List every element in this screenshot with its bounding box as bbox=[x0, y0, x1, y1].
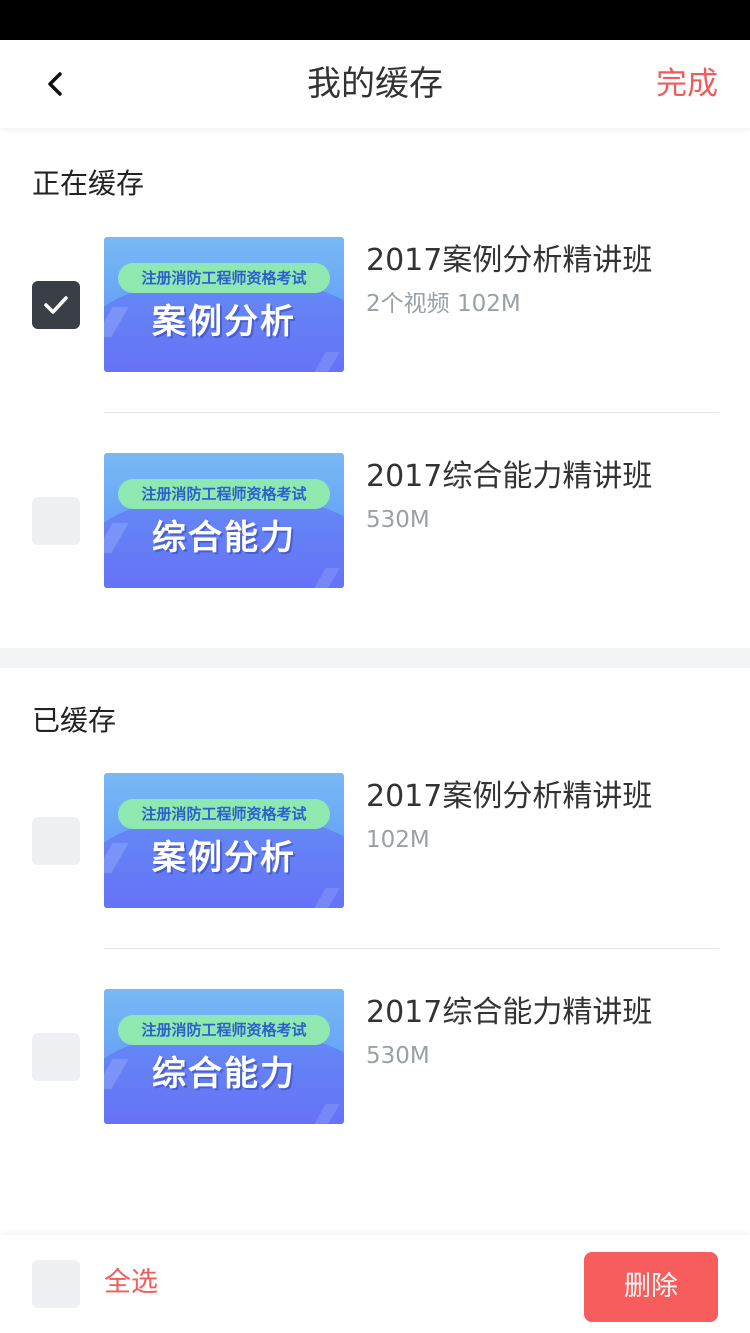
thumbnail-heading: 案例分析 bbox=[152, 302, 296, 342]
done-button[interactable]: 完成 bbox=[656, 64, 718, 104]
course-thumbnail: 注册消防工程师资格考试 案例分析 bbox=[104, 237, 344, 372]
bottom-action-bar: 全选 删除 bbox=[0, 1235, 750, 1333]
section-title-downloaded: 已缓存 bbox=[32, 704, 117, 737]
select-all-label[interactable]: 全选 bbox=[104, 1265, 158, 1301]
item-checkbox[interactable] bbox=[32, 1033, 80, 1081]
section-title-downloading: 正在缓存 bbox=[32, 167, 145, 200]
thumbnail-tag: 注册消防工程师资格考试 bbox=[118, 799, 330, 829]
cache-item[interactable]: 注册消防工程师资格考试 综合能力 2017综合能力精讲班 530M bbox=[0, 453, 750, 589]
item-meta: 102M bbox=[366, 827, 430, 853]
nav-bar: 我的缓存 完成 bbox=[0, 40, 750, 128]
check-icon bbox=[44, 296, 68, 314]
item-meta: 530M bbox=[366, 1043, 430, 1069]
select-all-checkbox[interactable] bbox=[32, 1260, 80, 1308]
thumbnail-heading: 综合能力 bbox=[152, 1054, 296, 1094]
thumbnail-tag: 注册消防工程师资格考试 bbox=[118, 263, 330, 293]
course-thumbnail: 注册消防工程师资格考试 案例分析 bbox=[104, 773, 344, 908]
thumbnail-tag: 注册消防工程师资格考试 bbox=[118, 1015, 330, 1045]
item-meta: 530M bbox=[366, 507, 430, 533]
cache-item[interactable]: 注册消防工程师资格考试 综合能力 2017综合能力精讲班 530M bbox=[0, 989, 750, 1125]
item-checkbox[interactable] bbox=[32, 497, 80, 545]
cache-item[interactable]: 注册消防工程师资格考试 案例分析 2017案例分析精讲班 2个视频 102M bbox=[0, 237, 750, 373]
item-meta: 2个视频 102M bbox=[366, 291, 521, 317]
item-checkbox[interactable] bbox=[32, 817, 80, 865]
item-title: 2017案例分析精讲班 bbox=[366, 243, 653, 278]
item-title: 2017案例分析精讲班 bbox=[366, 779, 653, 814]
divider bbox=[104, 412, 719, 413]
divider bbox=[104, 948, 719, 949]
page-title: 我的缓存 bbox=[307, 64, 443, 104]
status-bar bbox=[0, 0, 750, 40]
item-checkbox[interactable] bbox=[32, 281, 80, 329]
delete-button[interactable]: 删除 bbox=[584, 1252, 718, 1322]
thumbnail-heading: 综合能力 bbox=[152, 518, 296, 558]
course-thumbnail: 注册消防工程师资格考试 综合能力 bbox=[104, 989, 344, 1124]
section-separator bbox=[0, 648, 750, 668]
course-thumbnail: 注册消防工程师资格考试 综合能力 bbox=[104, 453, 344, 588]
item-title: 2017综合能力精讲班 bbox=[366, 459, 653, 494]
thumbnail-tag: 注册消防工程师资格考试 bbox=[118, 479, 330, 509]
cache-item[interactable]: 注册消防工程师资格考试 案例分析 2017案例分析精讲班 102M bbox=[0, 773, 750, 909]
thumbnail-heading: 案例分析 bbox=[152, 838, 296, 878]
item-title: 2017综合能力精讲班 bbox=[366, 995, 653, 1030]
